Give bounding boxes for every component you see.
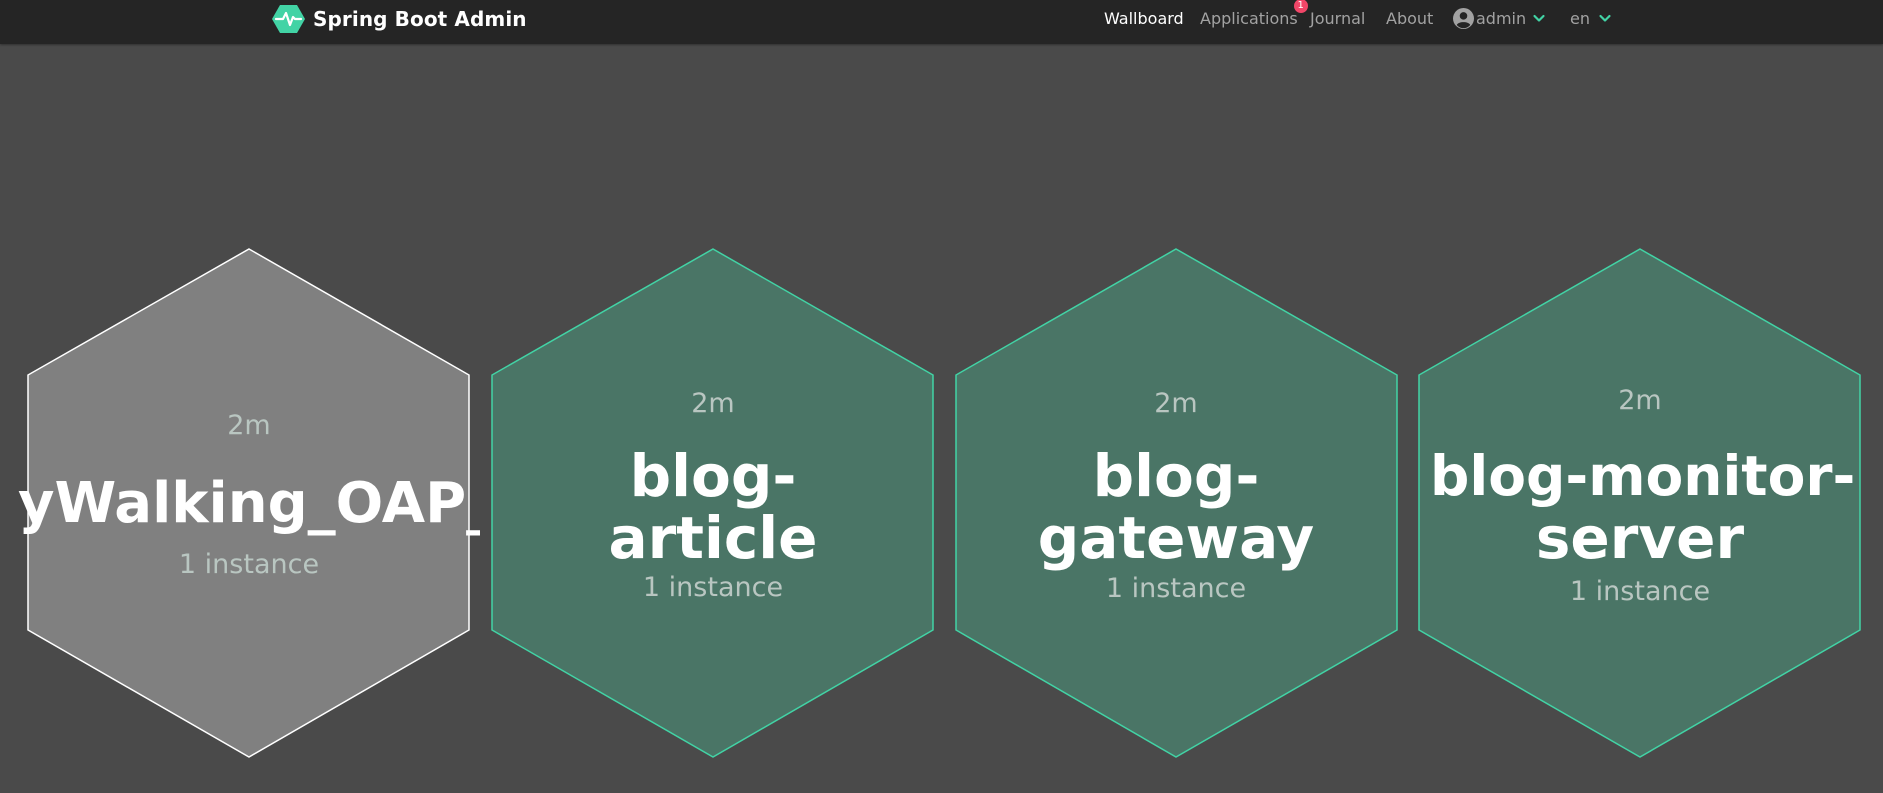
chevron-down-icon xyxy=(1599,14,1611,22)
app-name-line1: blog- xyxy=(629,442,797,510)
chevron-down-icon xyxy=(1533,14,1545,22)
brand-link[interactable]: Spring Boot Admin xyxy=(272,0,527,37)
app-name-line1: blog- xyxy=(1092,442,1260,510)
user-name: admin xyxy=(1476,8,1527,28)
app-name-line2: gateway xyxy=(1037,504,1315,572)
user-circle-icon xyxy=(1453,7,1474,29)
app-instance-count: 1 instance xyxy=(642,572,784,603)
app-uptime: 2m xyxy=(1154,388,1198,419)
app-instance-count: 1 instance xyxy=(1569,576,1711,607)
app-name: yWalking_OAP_Clu xyxy=(18,471,480,536)
app-name-line2: server xyxy=(1535,504,1745,572)
app-uptime: 2m xyxy=(1618,385,1662,416)
brand-title: Spring Boot Admin xyxy=(313,6,527,31)
user-menu[interactable]: admin xyxy=(1453,0,1546,36)
app-uptime: 2m xyxy=(691,388,735,419)
wallboard: 2m yWalking_OAP_Clu 1 instance 2m blog- … xyxy=(0,0,1883,793)
app-instance-count: 1 instance xyxy=(1105,573,1247,604)
language-label: en xyxy=(1570,8,1590,28)
app-uptime: 2m xyxy=(227,410,271,441)
app-instance-count: 1 instance xyxy=(178,549,320,580)
language-menu[interactable]: en xyxy=(1570,0,1612,36)
notification-badge: 1 xyxy=(1293,0,1308,13)
app-name-clip: yWalking_OAP_Clu xyxy=(18,470,480,540)
nav-wallboard[interactable]: Wallboard xyxy=(1104,0,1184,36)
nav-applications[interactable]: Applications 1 xyxy=(1200,0,1308,36)
app-name-line1: blog-monitor- xyxy=(1430,444,1856,508)
nav-applications-label: Applications xyxy=(1200,8,1298,28)
top-navbar: Spring Boot Admin Wallboard Applications… xyxy=(0,0,1883,44)
nav-about[interactable]: About xyxy=(1386,0,1433,36)
app-name-line2: article xyxy=(608,504,818,572)
nav-journal[interactable]: Journal xyxy=(1310,0,1365,36)
heartbeat-hexagon-icon xyxy=(272,4,305,33)
